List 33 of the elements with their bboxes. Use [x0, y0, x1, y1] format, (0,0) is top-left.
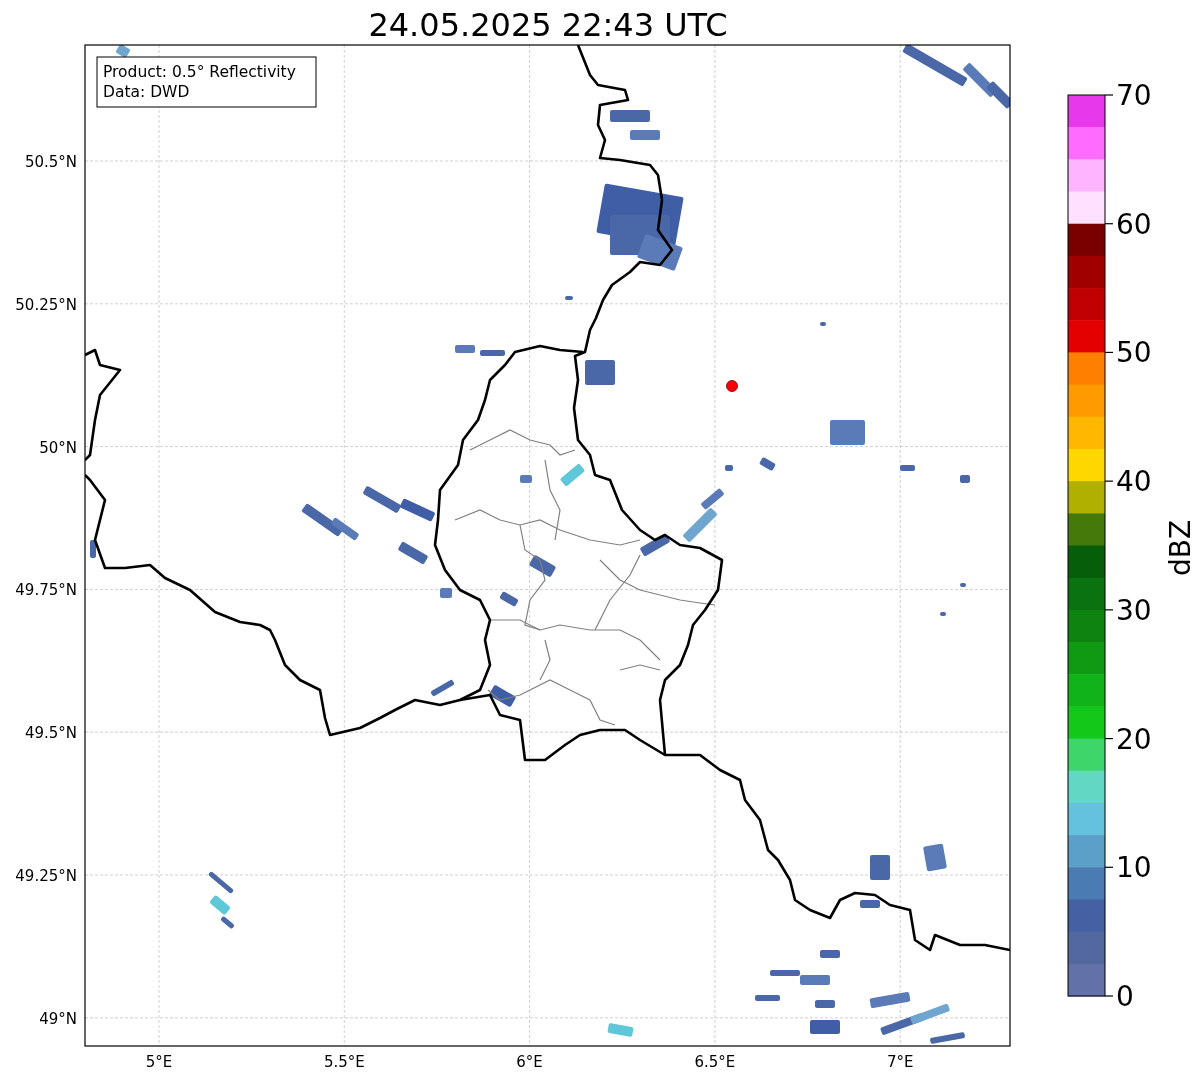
tick-mark	[1104, 480, 1114, 482]
colorbar-tick-label: 70	[1116, 79, 1152, 112]
colorbar-label: dBZ	[1164, 519, 1197, 577]
tick-mark	[1104, 737, 1114, 740]
axis-tick-label: 5.5°E	[323, 1053, 365, 1071]
axis-tick-label: 50°N	[39, 438, 77, 457]
axis-tick-label: 7°E	[886, 1053, 914, 1071]
legend-text: Data: DWD	[103, 83, 190, 101]
tick-mark	[1104, 609, 1114, 611]
legend-text: Product: 0.5° Reflectivity	[103, 63, 296, 81]
colorbar-tick-label: 30	[1116, 593, 1152, 627]
axis-tick-label: 6.5°E	[694, 1053, 736, 1071]
colorbar-tick-label: 60	[1116, 207, 1152, 241]
tick-mark	[1104, 866, 1114, 868]
tick-mark	[1104, 94, 1114, 96]
chart-title: 24.05.2025 22:43 UTC	[368, 6, 728, 44]
axis-tick-label: 49.75°N	[15, 581, 77, 600]
axis-tick-label: 49°N	[39, 1009, 77, 1028]
colorbar-tick-label: 0	[1116, 980, 1134, 1013]
colorbar-tick-label: 50	[1116, 336, 1152, 370]
tick-mark	[1104, 351, 1114, 354]
colorbar-tick-label: 10	[1116, 851, 1152, 885]
tick-mark	[1104, 995, 1114, 997]
axis-tick-label: 50.25°N	[15, 295, 77, 314]
tick-mark	[1104, 223, 1114, 225]
axis-tick-label: 49.5°N	[24, 724, 77, 743]
axis-tick-label: 50.5°N	[24, 153, 77, 171]
location-marker	[726, 380, 738, 392]
colorbar-tick-label: 20	[1116, 722, 1152, 756]
axis-tick-label: 49.25°N	[15, 867, 77, 885]
axis-tick-label: 5°E	[145, 1053, 173, 1071]
axis-tick-label: 6°E	[516, 1053, 543, 1071]
colorbar-tick-label: 40	[1116, 465, 1152, 499]
